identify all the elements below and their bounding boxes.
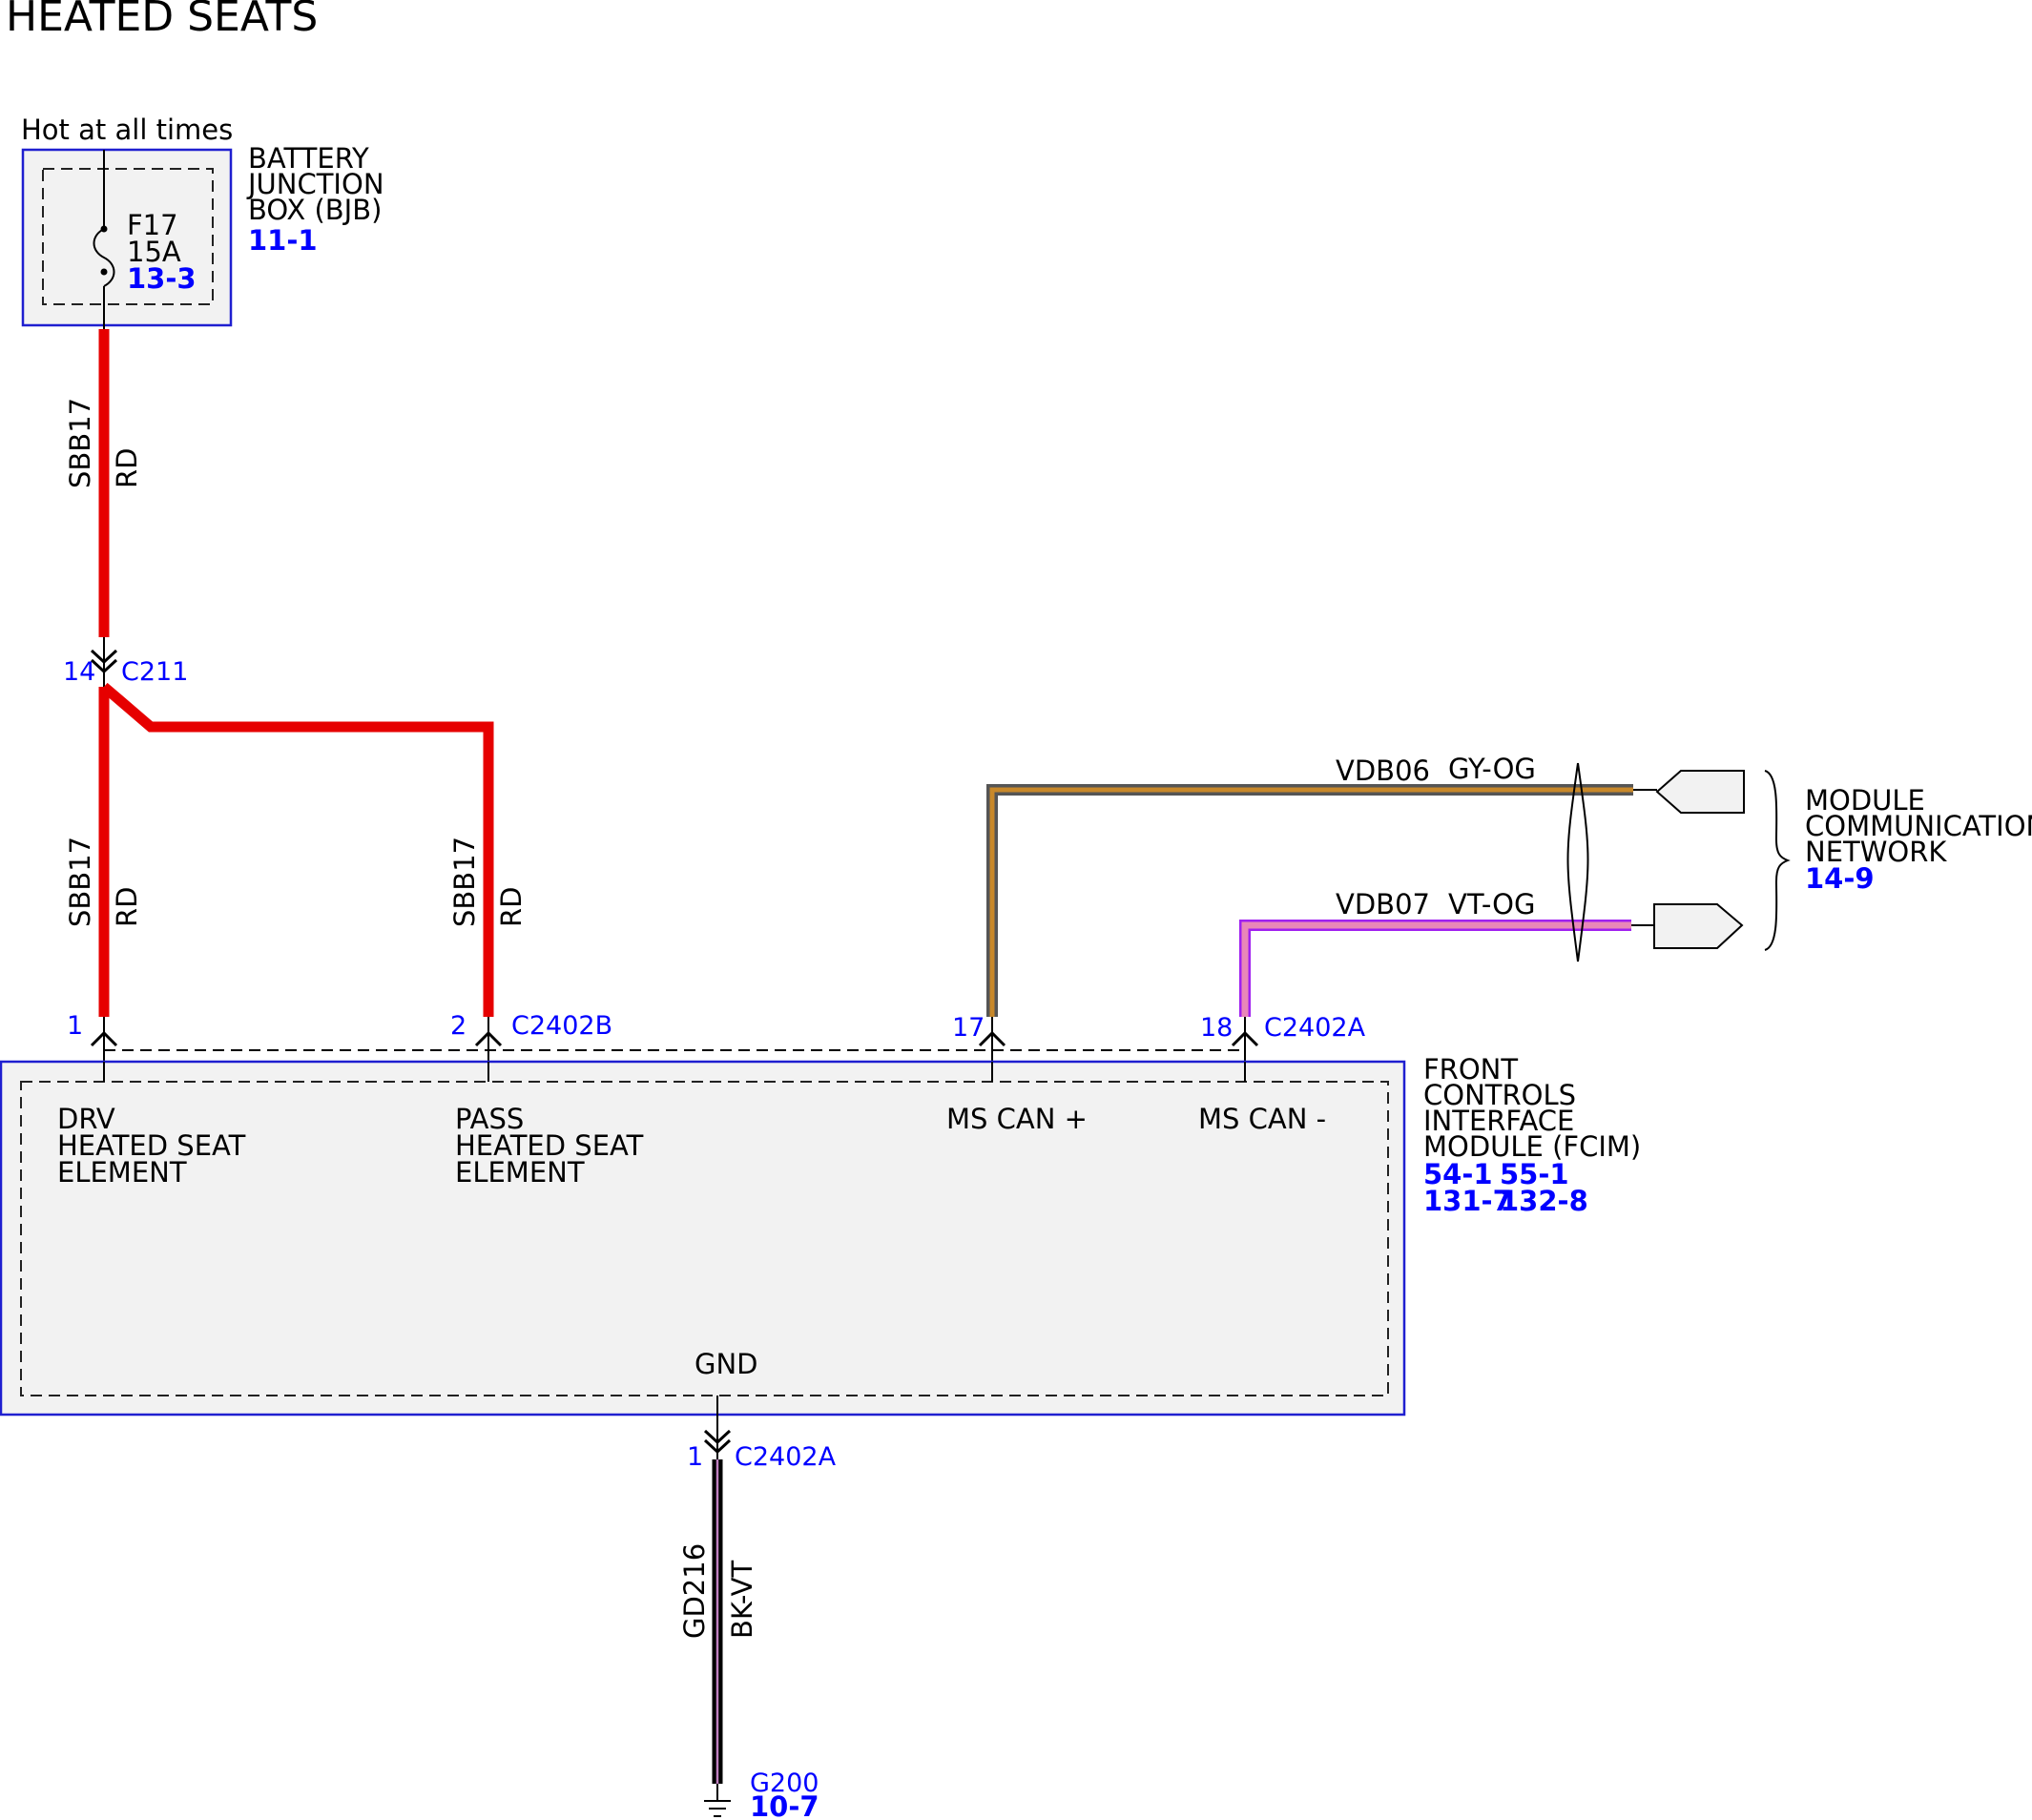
diagram-title: HEATED SEATS	[6, 0, 318, 41]
c211-name: C211	[121, 657, 188, 687]
wiring-diagram: HEATED SEATS Hot at all times F17 15A 13…	[0, 0, 2032, 1820]
wire-vdb06-circuit: VDB06	[1336, 755, 1430, 787]
fcim-mscan-plus-label: MS CAN +	[946, 1103, 1088, 1135]
wire-vdb06-color: GY-OG	[1448, 753, 1536, 785]
bjb-name-line-3: BOX (BJB)	[248, 194, 382, 226]
network-connector-vdb06-icon	[1633, 770, 1745, 814]
fcim-drv-line-3: ELEMENT	[57, 1156, 187, 1189]
bjb-ref-link[interactable]: 11-1	[248, 224, 318, 257]
fcim-ref-link-132-8[interactable]: 132-8	[1500, 1185, 1588, 1217]
pin-mscan-minus-number: 18	[1200, 1013, 1233, 1043]
fcim-gnd-label: GND	[695, 1348, 758, 1380]
ground-ref-link[interactable]: 10-7	[750, 1790, 819, 1820]
fcim-ref-link-131-7[interactable]: 131-7	[1423, 1185, 1512, 1217]
network-brace-icon	[1764, 770, 1791, 951]
connector-c2402b-name: C2402B	[511, 1011, 612, 1041]
wire-vdb07-circuit: VDB07	[1336, 888, 1430, 920]
wire-sbb17-drv-color: RD	[111, 887, 143, 927]
network-connector-vdb07-icon	[1631, 903, 1744, 949]
wiring-diagram-page: HEATED SEATS Hot at all times F17 15A 13…	[0, 0, 2032, 1820]
wire-vdb07-color: VT-OG	[1448, 888, 1535, 920]
network-ref-link[interactable]: 14-9	[1805, 862, 1875, 895]
pin-pass-number: 2	[450, 1011, 467, 1041]
wire-sbb17-pass-circuit: SBB17	[448, 837, 481, 927]
pin-drv-number: 1	[67, 1011, 83, 1041]
wire-vdb06	[986, 784, 1633, 1017]
wire-vdb07	[1239, 920, 1631, 1017]
fuse-ref-link[interactable]: 13-3	[127, 262, 197, 295]
connector-c2402a-name: C2402A	[1264, 1013, 1366, 1043]
fcim-pass-line-3: ELEMENT	[455, 1156, 585, 1189]
pin-mscan-plus-number: 17	[952, 1013, 985, 1043]
wire-sbb17-pass-color: RD	[495, 887, 528, 927]
c211-pin: 14	[63, 657, 95, 687]
wire-gd216-circuit: GD216	[678, 1543, 711, 1639]
bjb-supply-label: Hot at all times	[21, 114, 233, 146]
fcim-mscan-minus-label: MS CAN -	[1198, 1103, 1326, 1135]
wire-gd216-color: BK-VT	[726, 1561, 758, 1639]
ground-connector-name: C2402A	[735, 1442, 837, 1472]
ground-pin-number: 1	[687, 1442, 703, 1472]
wire-sbb17-feed-color: RD	[111, 448, 143, 488]
wire-sbb17-drv-circuit: SBB17	[64, 837, 96, 927]
wire-sbb17-feed-circuit: SBB17	[64, 398, 96, 488]
wire-sbb17-pass	[100, 682, 494, 1017]
ground-symbol-icon	[704, 1784, 731, 1817]
